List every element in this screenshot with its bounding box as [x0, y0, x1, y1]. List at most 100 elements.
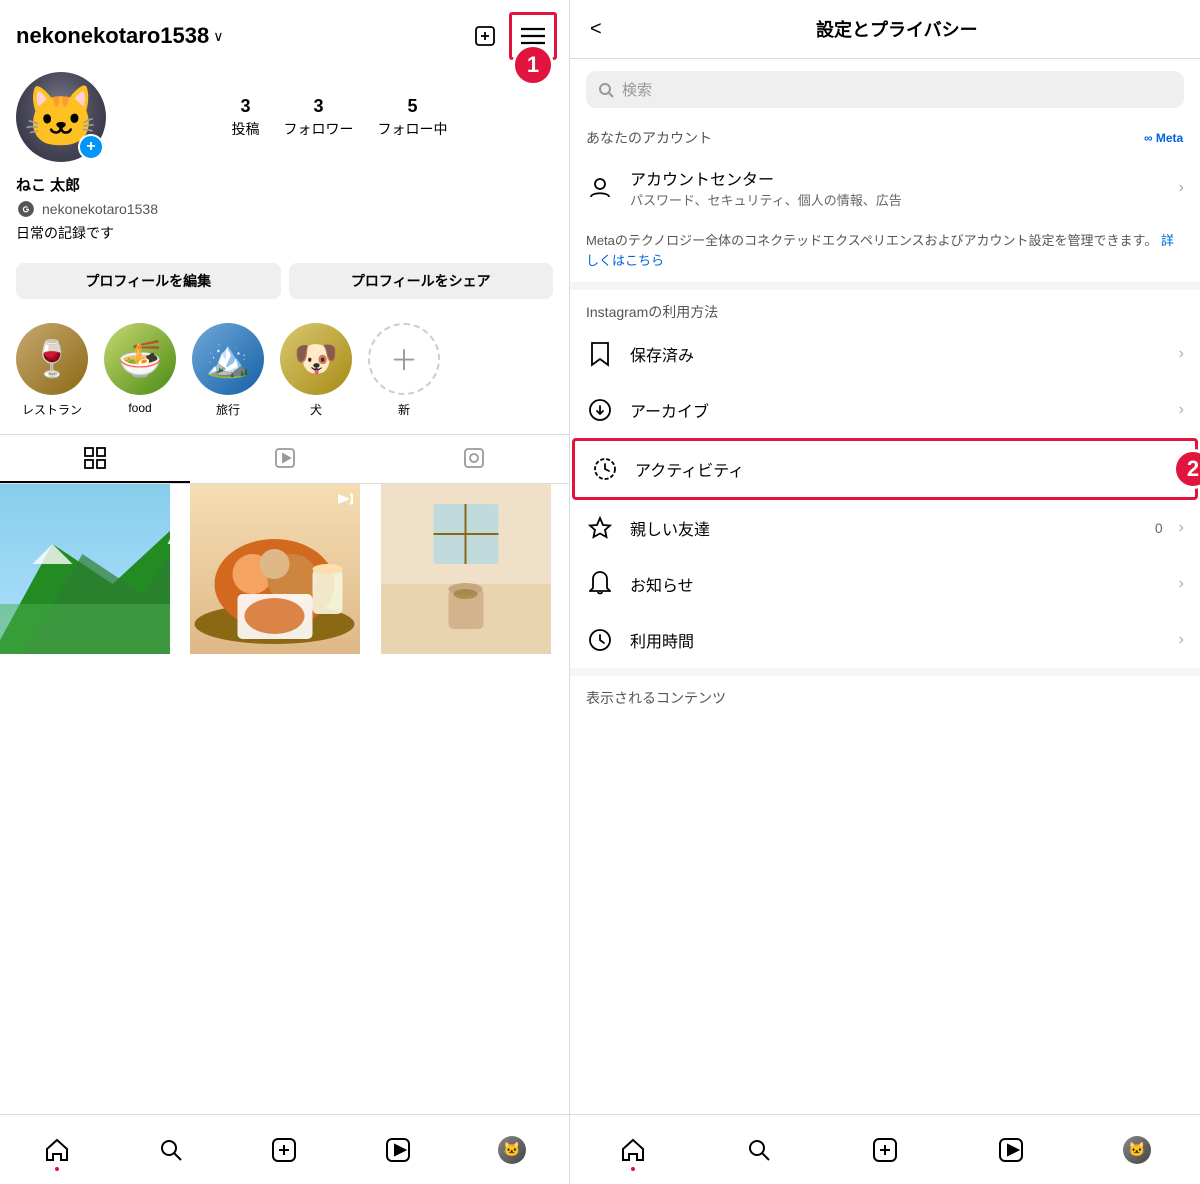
close-friends-item[interactable]: 親しい友達 0 ›: [570, 500, 1200, 556]
spacer: [570, 712, 1200, 1114]
bell-icon: [586, 570, 614, 598]
add-story-button[interactable]: +: [78, 134, 104, 160]
following-label: フォロー中: [378, 119, 448, 139]
how-to-use-section-label: Instagramの利用方法: [570, 290, 1200, 326]
notifications-chevron-icon: ›: [1179, 575, 1184, 593]
account-center-item[interactable]: アカウントセンター パスワード、セキュリティ、個人の情報、広告 ›: [570, 152, 1200, 223]
notifications-item[interactable]: お知らせ ›: [570, 556, 1200, 612]
activity-item[interactable]: アクティビティ › 2: [572, 438, 1198, 500]
highlight-new[interactable]: ＋ 新: [368, 323, 440, 418]
nav-search-left[interactable]: [146, 1125, 196, 1175]
clock-icon: [586, 626, 614, 654]
nav-home-left[interactable]: [32, 1125, 82, 1175]
activity-text: アクティビティ: [635, 457, 1158, 481]
your-account-label: あなたのアカウント: [586, 128, 712, 148]
meta-icon: ∞ Meta: [1144, 129, 1184, 145]
tab-tagged[interactable]: [379, 435, 569, 483]
post-cell-3[interactable]: [381, 484, 551, 654]
nav-profile-left[interactable]: 🐱: [487, 1125, 537, 1175]
archive-title: アーカイブ: [630, 398, 1163, 422]
avatar-container: +: [16, 72, 106, 162]
profile-header: nekonekotaro1538 ∨: [0, 0, 569, 64]
your-account-section: あなたのアカウント ∞ Meta: [570, 120, 1200, 152]
highlight-label-travel: 旅行: [216, 401, 240, 418]
archive-chevron-icon: ›: [1179, 401, 1184, 419]
archive-icon: [586, 396, 614, 424]
highlight-restaurant[interactable]: 🍷 レストラン: [16, 323, 88, 418]
search-bar[interactable]: 検索: [586, 71, 1184, 108]
nav-add-left[interactable]: [259, 1125, 309, 1175]
highlight-dog[interactable]: 🐶 犬: [280, 323, 352, 418]
star-icon: [586, 514, 614, 542]
username-area: nekonekotaro1538 ∨: [16, 23, 223, 49]
bio: 日常の記録です: [16, 223, 553, 243]
divider-2: [570, 668, 1200, 676]
nav-home-right[interactable]: [608, 1125, 658, 1175]
profile-stats-section: + 3 投稿 3 フォロワー 5 フォロー中: [0, 64, 569, 174]
post-grid: [0, 484, 569, 1114]
bottom-nav-left: 🐱: [0, 1114, 569, 1184]
highlight-circle-dog: 🐶: [280, 323, 352, 395]
post-cell-1[interactable]: [0, 484, 170, 654]
saved-item[interactable]: 保存済み ›: [570, 326, 1200, 382]
posts-stat: 3 投稿: [232, 96, 260, 139]
annotation-circle-2: 2: [1173, 449, 1200, 489]
highlight-label-food: food: [128, 401, 151, 415]
annotation-circle-1: 1: [512, 44, 554, 86]
highlight-label-restaurant: レストラン: [22, 401, 82, 418]
profile-info: ねこ 太郎 nekonekotaro1538 日常の記録です: [0, 174, 569, 263]
header-icons: 1: [465, 16, 553, 56]
close-friends-title: 親しい友達: [630, 516, 1139, 540]
chevron-down-icon: ∨: [213, 28, 223, 45]
meta-notice: Metaのテクノロジー全体のコネクテッドエクスペリエンスおよびアカウント設定を管…: [570, 223, 1200, 282]
grid-tabs: [0, 434, 569, 484]
highlight-label-new: 新: [398, 401, 410, 418]
nav-search-right[interactable]: [734, 1125, 784, 1175]
video-icon: [336, 490, 354, 513]
posts-label: 投稿: [232, 119, 260, 139]
content-section-label: 表示されるコンテンツ: [570, 676, 1200, 712]
menu-button[interactable]: 1: [513, 16, 553, 56]
nav-add-right[interactable]: [860, 1125, 910, 1175]
nav-reels-right[interactable]: [986, 1125, 1036, 1175]
followers-label: フォロワー: [284, 119, 354, 139]
post-cell-2[interactable]: [190, 484, 360, 654]
notifications-text: お知らせ: [630, 572, 1163, 596]
highlight-circle-restaurant: 🍷: [16, 323, 88, 395]
meta-logo: ∞ Meta: [1144, 129, 1184, 148]
highlight-circle-food: 🍜: [104, 323, 176, 395]
display-name: ねこ 太郎: [16, 174, 553, 195]
nav-profile-right[interactable]: 🐱: [1112, 1125, 1162, 1175]
tab-reels[interactable]: [190, 435, 380, 483]
add-post-button[interactable]: [465, 16, 505, 56]
following-count: 5: [407, 96, 417, 117]
nav-reels-left[interactable]: [373, 1125, 423, 1175]
archive-item[interactable]: アーカイブ ›: [570, 382, 1200, 438]
back-button[interactable]: <: [590, 18, 602, 41]
archive-text: アーカイブ: [630, 398, 1163, 422]
highlights-section: 🍷 レストラン 🍜 food 🏔️ 旅行 🐶 犬 ＋ 新: [0, 315, 569, 434]
saved-text: 保存済み: [630, 342, 1163, 366]
highlight-label-dog: 犬: [310, 401, 322, 418]
username: nekonekotaro1538: [16, 23, 209, 49]
share-profile-button[interactable]: プロフィールをシェア: [289, 263, 554, 299]
settings-header: < 設定とプライバシー: [570, 0, 1200, 59]
search-icon: [598, 82, 614, 98]
account-center-text: アカウントセンター パスワード、セキュリティ、個人の情報、広告: [630, 166, 1163, 209]
nav-dot: [55, 1167, 59, 1171]
settings-title: 設定とプライバシー: [614, 16, 1180, 42]
tab-grid[interactable]: [0, 435, 190, 483]
time-item[interactable]: 利用時間 ›: [570, 612, 1200, 668]
account-center-icon: [586, 174, 614, 202]
highlight-travel[interactable]: 🏔️ 旅行: [192, 323, 264, 418]
highlight-food[interactable]: 🍜 food: [104, 323, 176, 418]
stats-container: 3 投稿 3 フォロワー 5 フォロー中: [126, 96, 553, 139]
edit-profile-button[interactable]: プロフィールを編集: [16, 263, 281, 299]
chevron-right-icon: ›: [1179, 179, 1184, 197]
divider-1: [570, 282, 1200, 290]
followers-count: 3: [313, 96, 323, 117]
bottom-nav-right: 🐱: [570, 1114, 1200, 1184]
account-center-title: アカウントセンター: [630, 166, 1163, 190]
close-friends-text: 親しい友達: [630, 516, 1139, 540]
account-center-subtitle: パスワード、セキュリティ、個人の情報、広告: [630, 190, 1163, 209]
